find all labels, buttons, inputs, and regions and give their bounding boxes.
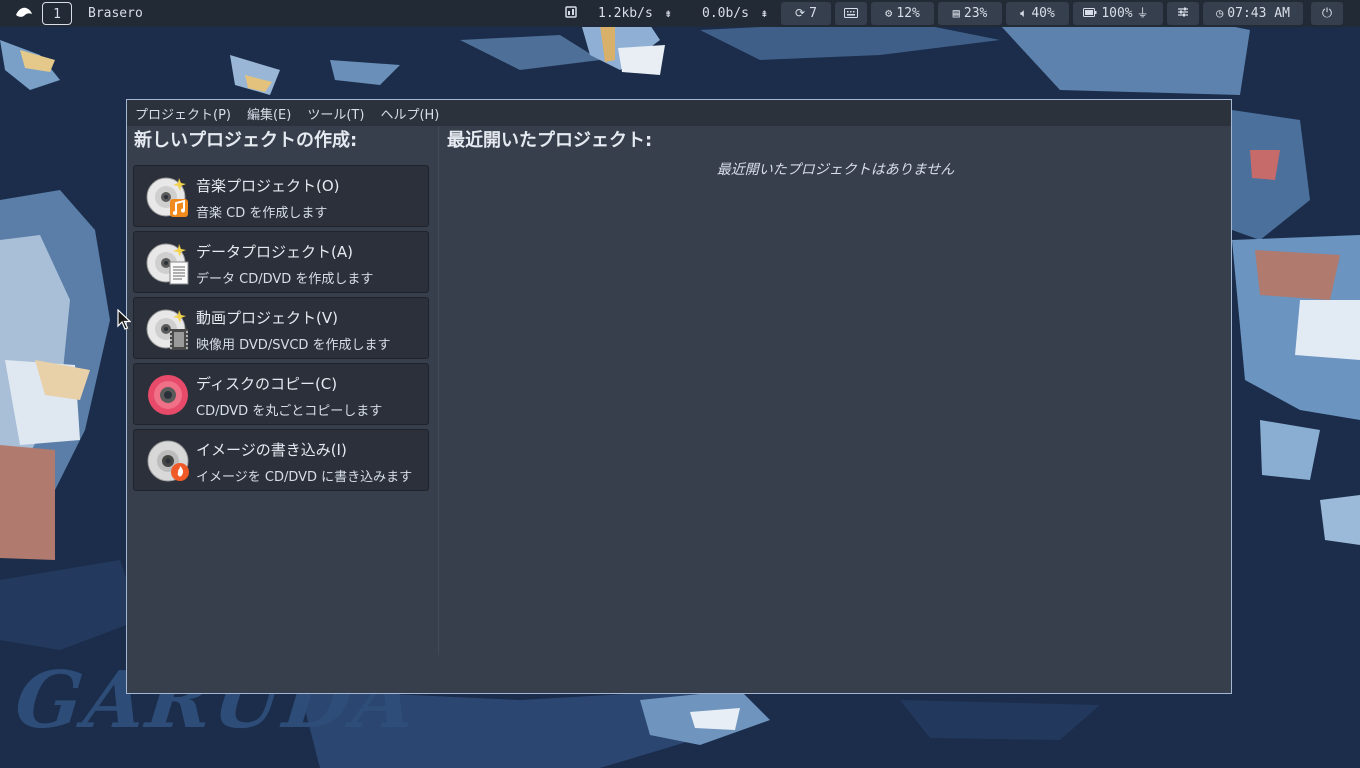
project-description: CD/DVD を丸ごとコピーします [196, 404, 383, 419]
memory-indicator[interactable]: ▤ 23% [938, 2, 1002, 25]
power-icon: ⏻ [1321, 6, 1333, 21]
updates-count: 7 [809, 6, 817, 21]
cpu-value: 12% [896, 6, 920, 21]
upload-arrow-icon: ⇞ [760, 6, 769, 20]
project-name: 動画プロジェクト(V) [196, 309, 338, 327]
net-down-value: 1.2kb/s [598, 6, 653, 21]
video-project-button[interactable]: 動画プロジェクト(V) 映像用 DVD/SVCD を作成します [133, 297, 429, 359]
project-name: データプロジェクト(A) [196, 243, 353, 261]
project-name: 音楽プロジェクト(O) [196, 177, 340, 195]
project-description: 音楽 CD を作成します [196, 206, 328, 221]
settings-button[interactable] [1167, 2, 1199, 25]
battery-icon [1083, 2, 1097, 25]
project-name: ディスクのコピー(C) [196, 375, 338, 393]
menu-tools[interactable]: ツール(T) [307, 104, 364, 123]
new-project-pane: 新しいプロジェクトの作成: 音楽プロジェクト(O) 音楽 CD を作成します デ… [133, 126, 431, 655]
burn-image-icon [146, 439, 190, 483]
battery-indicator[interactable]: 100% ⏚ [1073, 2, 1163, 25]
video-disc-icon [146, 307, 190, 351]
recent-projects-pane: 最近開いたプロジェクト: 最近開いたプロジェクトはありません [446, 126, 1225, 655]
volume-value: 40% [1031, 6, 1055, 21]
workspace-1-button[interactable]: 1 [42, 2, 72, 25]
speaker-icon: 🔈︎ [1020, 6, 1028, 20]
garuda-eagle-icon[interactable] [12, 2, 36, 25]
clock-icon: ◷ [1216, 6, 1224, 20]
recent-projects-empty-message: 最近開いたプロジェクトはありません [716, 162, 955, 178]
clock[interactable]: ◷ 07:43 AM [1203, 2, 1303, 25]
project-description: データ CD/DVD を作成します [196, 272, 374, 287]
audio-project-button[interactable]: 音楽プロジェクト(O) 音楽 CD を作成します [133, 165, 429, 227]
data-project-button[interactable]: データプロジェクト(A) データ CD/DVD を作成します [133, 231, 429, 293]
burn-image-button[interactable]: イメージの書き込み(I) イメージを CD/DVD に書き込みます [133, 429, 429, 491]
disc-copy-icon [146, 373, 190, 417]
download-arrow-icon: ⇟ [664, 6, 672, 20]
memory-value: 23% [963, 6, 988, 21]
sliders-icon [1177, 6, 1189, 21]
keyboard-layout-button[interactable] [835, 2, 867, 25]
volume-indicator[interactable]: 🔈︎ 40% [1006, 2, 1069, 25]
active-window-title: Brasero [88, 6, 143, 21]
menu-edit[interactable]: 編集(E) [247, 104, 291, 123]
project-description: 映像用 DVD/SVCD を作成します [196, 338, 391, 353]
menu-project[interactable]: プロジェクト(P) [135, 104, 231, 123]
net-upload-rate: 0.0b/s ⇞ [702, 2, 772, 25]
battery-value: 100% [1101, 6, 1133, 21]
mouse-pointer-icon [117, 308, 132, 335]
plug-icon: ⏚ [1136, 6, 1149, 20]
audio-disc-icon [146, 175, 190, 219]
menu-help[interactable]: ヘルプ(H) [380, 104, 439, 123]
data-disc-icon [146, 241, 190, 285]
net-download-rate: 1.2kb/s ⇟ [598, 2, 676, 25]
brasero-window: プロジェクト(P) 編集(E) ツール(T) ヘルプ(H) 新しいプロジェクトの… [126, 99, 1232, 694]
keyboard-icon [844, 6, 858, 21]
new-project-title: 新しいプロジェクトの作成: [134, 130, 358, 151]
top-panel: 1 Brasero 1.2kb/s ⇟ 0.0b/s ⇞ ⟳ 7 ⚙ 12% ▤ 23… [0, 0, 1360, 27]
memory-icon: ▤ [952, 6, 960, 20]
menu-bar: プロジェクト(P) 編集(E) ツール(T) ヘルプ(H) [127, 100, 1231, 126]
power-button[interactable]: ⏻ [1311, 2, 1343, 25]
updates-indicator[interactable]: ⟳ 7 [781, 2, 831, 25]
project-description: イメージを CD/DVD に書き込みます [196, 470, 413, 485]
net-up-value: 0.0b/s [702, 6, 749, 21]
project-name: イメージの書き込み(I) [196, 441, 347, 459]
refresh-icon: ⟳ [795, 6, 806, 20]
network-icon [565, 2, 577, 25]
clock-time: 07:43 AM [1227, 6, 1290, 21]
disc-copy-button[interactable]: ディスクのコピー(C) CD/DVD を丸ごとコピーします [133, 363, 429, 425]
cpu-icon: ⚙ [885, 6, 893, 20]
cpu-indicator[interactable]: ⚙ 12% [871, 2, 934, 25]
pane-divider[interactable] [438, 126, 439, 655]
